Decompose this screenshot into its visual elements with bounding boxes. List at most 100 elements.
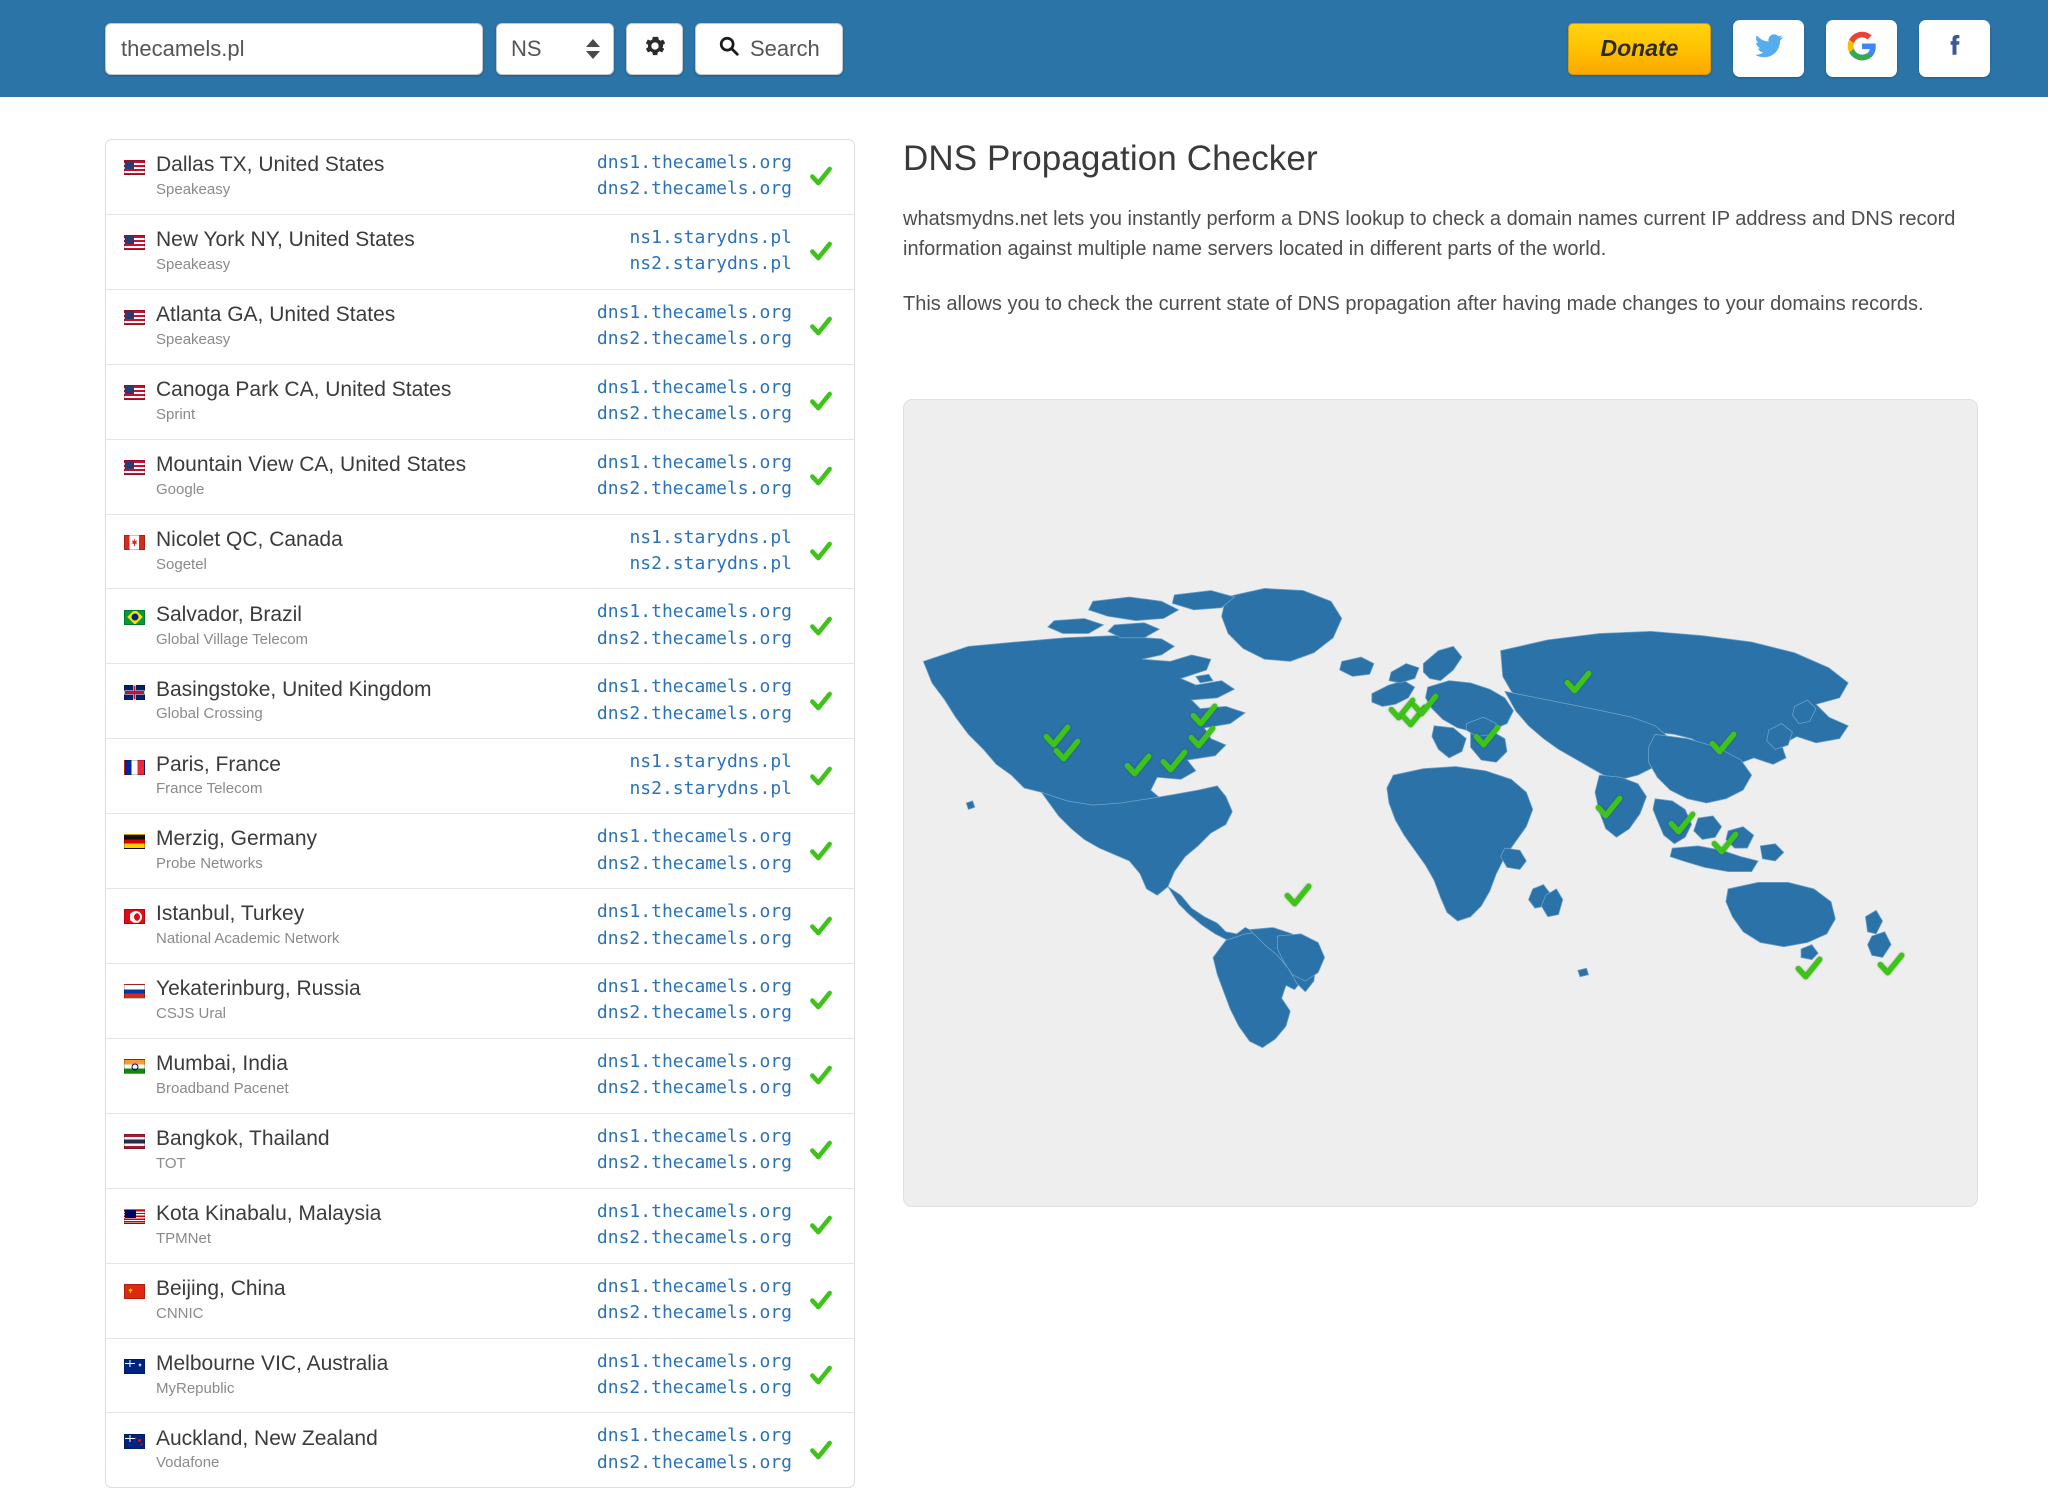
google-share-button[interactable]	[1826, 20, 1897, 77]
facebook-share-button[interactable]	[1919, 20, 1990, 77]
donate-button[interactable]: Donate	[1568, 23, 1711, 75]
table-row[interactable]: Dallas TX, United StatesSpeakeasydns1.th…	[106, 140, 854, 215]
table-row[interactable]: Beijing, ChinaCNNIC dns1.thecamels.orgdns…	[106, 1264, 854, 1339]
nameserver-records[interactable]: dns1.thecamels.orgdns2.thecamels.org	[597, 1349, 792, 1402]
nameserver-record[interactable]: dns1.thecamels.org	[597, 1274, 792, 1300]
nameserver-record[interactable]: ns1.starydns.pl	[629, 749, 792, 775]
nameserver-records[interactable]: dns1.thecamels.orgdns2.thecamels.org	[597, 974, 792, 1027]
location-block: Melbourne VIC, AustraliaMyRepublic	[124, 1352, 597, 1398]
status-check-icon	[806, 987, 836, 1013]
nameserver-records[interactable]: dns1.thecamels.orgdns2.thecamels.org	[597, 375, 792, 428]
nameserver-records[interactable]: ns1.starydns.plns2.starydns.pl	[629, 525, 792, 578]
nameserver-record[interactable]: dns2.thecamels.org	[597, 1075, 792, 1101]
search-button[interactable]: Search	[695, 23, 843, 75]
map-check-icon	[1562, 666, 1594, 698]
nameserver-records[interactable]: dns1.thecamels.orgdns2.thecamels.org	[597, 899, 792, 952]
nameserver-records[interactable]: dns1.thecamels.orgdns2.thecamels.org	[597, 1423, 792, 1476]
nameserver-records[interactable]: ns1.starydns.plns2.starydns.pl	[629, 225, 792, 278]
nameserver-records[interactable]: dns1.thecamels.orgdns2.thecamels.org	[597, 1274, 792, 1327]
page-title: DNS Propagation Checker	[903, 139, 1993, 179]
nameserver-record[interactable]: dns1.thecamels.org	[597, 599, 792, 625]
nameserver-record[interactable]: dns2.thecamels.org	[597, 626, 792, 652]
location-block: Dallas TX, United StatesSpeakeasy	[124, 153, 597, 199]
location-isp: Broadband Pacenet	[156, 1079, 289, 1099]
table-row[interactable]: Salvador, BrazilGlobal Village Telecomdn…	[106, 589, 854, 664]
nameserver-records[interactable]: dns1.thecamels.orgdns2.thecamels.org	[597, 150, 792, 203]
nameserver-record[interactable]: dns1.thecamels.org	[597, 674, 792, 700]
table-row[interactable]: Bangkok, ThailandTOTdns1.thecamels.orgdn…	[106, 1114, 854, 1189]
nameserver-records[interactable]: dns1.thecamels.orgdns2.thecamels.org	[597, 450, 792, 503]
location-text: Mountain View CA, United StatesGoogle	[156, 453, 466, 499]
nameserver-record[interactable]: ns2.starydns.pl	[629, 776, 792, 802]
nameserver-record[interactable]: dns1.thecamels.org	[597, 974, 792, 1000]
location-isp: CSJS Ural	[156, 1004, 361, 1024]
table-row[interactable]: Melbourne VIC, AustraliaMyRepublicdns1.t…	[106, 1339, 854, 1414]
location-block: New York NY, United StatesSpeakeasy	[124, 228, 629, 274]
table-row[interactable]: Basingstoke, United KingdomGlobal Crossi…	[106, 664, 854, 739]
nameserver-record[interactable]: ns2.starydns.pl	[629, 551, 792, 577]
nameserver-record[interactable]: dns1.thecamels.org	[597, 1049, 792, 1075]
nameserver-record[interactable]: dns2.thecamels.org	[597, 1000, 792, 1026]
nameserver-record[interactable]: dns1.thecamels.org	[597, 375, 792, 401]
twitter-share-button[interactable]	[1733, 20, 1804, 77]
nameserver-record[interactable]: dns2.thecamels.org	[597, 1450, 792, 1476]
nameserver-records[interactable]: dns1.thecamels.orgdns2.thecamels.org	[597, 599, 792, 652]
flag-new-zealand-icon	[124, 1434, 145, 1449]
nameserver-record[interactable]: dns1.thecamels.org	[597, 150, 792, 176]
nameserver-record[interactable]: dns2.thecamels.org	[597, 926, 792, 952]
nameserver-record[interactable]: dns2.thecamels.org	[597, 1300, 792, 1326]
table-row[interactable]: Atlanta GA, United StatesSpeakeasydns1.t…	[106, 290, 854, 365]
map-check-icon	[1707, 727, 1739, 759]
page-body: Dallas TX, United StatesSpeakeasydns1.th…	[0, 97, 2048, 1488]
table-row[interactable]: Nicolet QC, CanadaSogetelns1.starydns.pl…	[106, 515, 854, 590]
table-row[interactable]: Canoga Park CA, United StatesSprintdns1.…	[106, 365, 854, 440]
nameserver-records[interactable]: dns1.thecamels.orgdns2.thecamels.org	[597, 300, 792, 353]
nameserver-record[interactable]: dns2.thecamels.org	[597, 326, 792, 352]
nameserver-records[interactable]: dns1.thecamels.orgdns2.thecamels.org	[597, 1049, 792, 1102]
nameserver-records[interactable]: ns1.starydns.plns2.starydns.pl	[629, 749, 792, 802]
nameserver-record[interactable]: dns2.thecamels.org	[597, 401, 792, 427]
nameserver-record[interactable]: dns1.thecamels.org	[597, 1199, 792, 1225]
table-row[interactable]: Istanbul, TurkeyNational Academic Networ…	[106, 889, 854, 964]
nameserver-record[interactable]: dns1.thecamels.org	[597, 450, 792, 476]
nameserver-record[interactable]: dns2.thecamels.org	[597, 1225, 792, 1251]
nameserver-record[interactable]: dns2.thecamels.org	[597, 176, 792, 202]
nameserver-record[interactable]: dns2.thecamels.org	[597, 851, 792, 877]
location-isp: Speakeasy	[156, 255, 415, 275]
settings-button[interactable]	[626, 23, 683, 75]
nameserver-record[interactable]: ns1.starydns.pl	[629, 525, 792, 551]
nameserver-record[interactable]: dns2.thecamels.org	[597, 701, 792, 727]
table-row[interactable]: Mountain View CA, United StatesGoogle dns…	[106, 440, 854, 515]
table-row[interactable]: Merzig, GermanyProbe Networksdns1.thecam…	[106, 814, 854, 889]
domain-input[interactable]	[105, 23, 483, 75]
record-type-select[interactable]: AAAAACNAMEMXNSPTRSOASRVTXT	[496, 23, 614, 75]
table-row[interactable]: Mumbai, IndiaBroadband Pacenetdns1.theca…	[106, 1039, 854, 1114]
location-block: Salvador, BrazilGlobal Village Telecom	[124, 603, 597, 649]
nameserver-record[interactable]: dns1.thecamels.org	[597, 1423, 792, 1449]
table-row[interactable]: Auckland, New ZealandVodafonedns1.thecam…	[106, 1413, 854, 1487]
map-check-icon	[1282, 879, 1314, 911]
nameserver-record[interactable]: ns2.starydns.pl	[629, 251, 792, 277]
intro-paragraph-1: whatsmydns.net lets you instantly perfor…	[903, 204, 1993, 265]
nameserver-record[interactable]: dns1.thecamels.org	[597, 1349, 792, 1375]
table-row[interactable]: Yekaterinburg, RussiaCSJS Uraldns1.theca…	[106, 964, 854, 1039]
nameserver-record[interactable]: dns1.thecamels.org	[597, 824, 792, 850]
nameserver-record[interactable]: dns2.thecamels.org	[597, 1375, 792, 1401]
nameserver-record[interactable]: dns2.thecamels.org	[597, 476, 792, 502]
location-text: Beijing, ChinaCNNIC	[156, 1277, 286, 1323]
nameserver-record[interactable]: dns1.thecamels.org	[597, 1124, 792, 1150]
nameserver-record[interactable]: dns1.thecamels.org	[597, 899, 792, 925]
nameserver-records[interactable]: dns1.thecamels.orgdns2.thecamels.org	[597, 674, 792, 727]
nameserver-records[interactable]: dns1.thecamels.orgdns2.thecamels.org	[597, 1199, 792, 1252]
nameserver-record[interactable]: dns1.thecamels.org	[597, 300, 792, 326]
nameserver-records[interactable]: dns1.thecamels.orgdns2.thecamels.org	[597, 1124, 792, 1177]
flag-thailand-icon	[124, 1134, 145, 1149]
nameserver-records[interactable]: dns1.thecamels.orgdns2.thecamels.org	[597, 824, 792, 877]
table-row[interactable]: Kota Kinabalu, MalaysiaTPMNetdns1.thecam…	[106, 1189, 854, 1264]
nameserver-record[interactable]: dns2.thecamels.org	[597, 1150, 792, 1176]
table-row[interactable]: Paris, FranceFrance Telecomns1.starydns.…	[106, 739, 854, 814]
table-row[interactable]: New York NY, United StatesSpeakeasyns1.s…	[106, 215, 854, 290]
location-block: Auckland, New ZealandVodafone	[124, 1427, 597, 1473]
status-check-icon	[806, 1437, 836, 1463]
nameserver-record[interactable]: ns1.starydns.pl	[629, 225, 792, 251]
